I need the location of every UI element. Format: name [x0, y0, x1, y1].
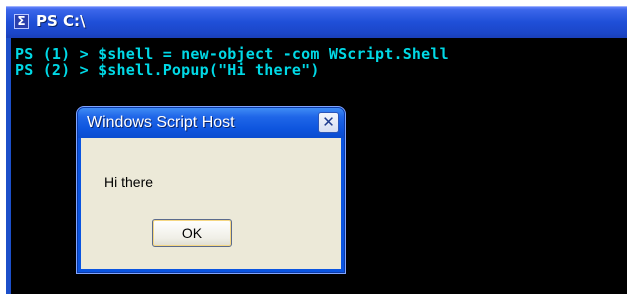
console-title: PS C:\ — [36, 12, 86, 30]
dialog-title: Windows Script Host — [87, 114, 235, 131]
powershell-icon: Σ — [14, 14, 29, 29]
ok-button[interactable]: OK — [152, 219, 232, 247]
dialog-body: Hi there OK — [81, 138, 341, 269]
dialog-message: Hi there — [104, 174, 154, 190]
close-icon[interactable]: ✕ — [318, 112, 339, 133]
script-host-dialog[interactable]: Windows Script Host ✕ Hi there OK — [77, 107, 345, 273]
console-titlebar[interactable]: Σ PS C:\ — [6, 6, 627, 38]
console-line-2: PS (2) > $shell.Popup("Hi there") — [15, 61, 320, 79]
dialog-titlebar[interactable]: Windows Script Host ✕ — [78, 108, 344, 138]
